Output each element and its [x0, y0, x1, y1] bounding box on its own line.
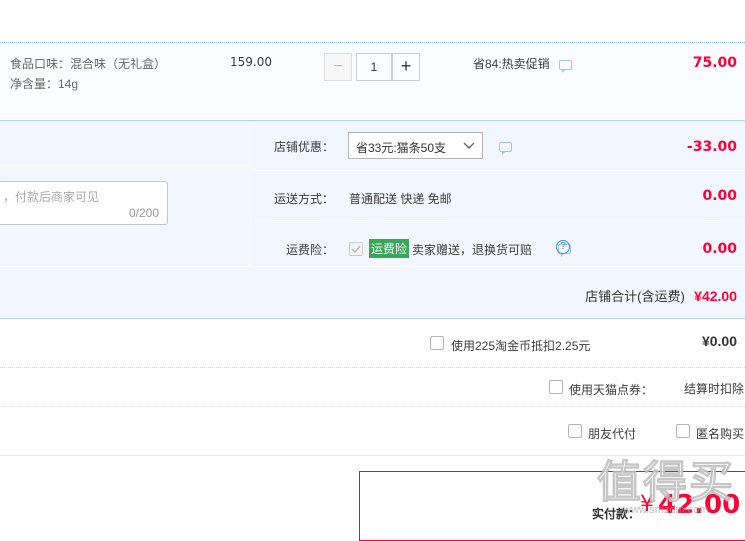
shop-total-label: 店铺合计(含运费): [585, 289, 685, 304]
insurance-tag: 运费险: [369, 239, 410, 258]
insurance-label: 运费险：: [286, 243, 335, 257]
coins-value: ¥0.00: [701, 333, 737, 349]
buyer-message-field[interactable]: ，付款后商家可见 0/200: [0, 181, 168, 225]
anonymous-label: 匿名购买: [696, 427, 745, 441]
payment-amount: 42.00: [658, 490, 741, 520]
payment-currency: ¥: [640, 492, 654, 517]
payment-label: 实付款：: [592, 507, 641, 521]
item-net-weight: 净含量：14g: [10, 77, 79, 91]
insurance-amount: 0.00: [702, 241, 737, 257]
item-promo: 省84:热卖促销: [473, 55, 573, 73]
shop-total-value: ¥42.00: [694, 288, 737, 304]
coins-label: 使用225淘金币抵扣2.25元: [451, 339, 591, 353]
quantity-stepper: − 1 +: [324, 53, 420, 81]
friend-pay-checkbox[interactable]: [568, 424, 582, 438]
chat-icon[interactable]: [499, 142, 512, 155]
help-icon[interactable]: ?: [556, 240, 570, 254]
quantity-plus-button[interactable]: +: [392, 53, 420, 81]
insurance-checkbox[interactable]: [349, 242, 363, 256]
extra-options: 朋友代付 匿名购买: [0, 407, 745, 456]
shipping-amount: 0.00: [702, 188, 737, 204]
discount-select-value: 省33元:猫条50支: [356, 141, 447, 155]
item-subtotal: 75.00: [692, 55, 737, 71]
shop-panel: ，付款后商家可见 0/200 店铺优惠： 省33元:猫条50支 -33.00 运…: [0, 120, 745, 319]
insurance-desc: 卖家赠送，退换货可赔: [412, 243, 533, 257]
shop-discount-select[interactable]: 省33元:猫条50支: [348, 132, 483, 159]
shipping-label: 运送方式：: [274, 192, 335, 206]
points-checkbox[interactable]: [549, 380, 563, 394]
chat-icon[interactable]: [559, 59, 573, 73]
quantity-input[interactable]: 1: [356, 53, 392, 81]
coins-checkbox[interactable]: [430, 336, 444, 350]
shipping-value: 普通配送 快递 免邮: [349, 192, 452, 206]
shop-total: 店铺合计(含运费) ¥42.00: [585, 286, 737, 305]
payment-summary-box: 实付款： ¥ 42.00: [359, 471, 745, 541]
check-icon: [351, 245, 361, 254]
message-placeholder: ，付款后商家可见: [3, 190, 100, 204]
item-unit-price: 159.00: [230, 55, 272, 69]
points-value: 结算时扣除: [684, 382, 745, 396]
panel-vertical-divider: [249, 121, 250, 266]
panel-row-divider-1: [250, 170, 745, 171]
promo-label: 省84:热卖促销: [473, 57, 550, 71]
chevron-down-icon: [463, 142, 475, 149]
points-label: 使用天猫点券：: [569, 383, 654, 397]
item-row: 食品口味：混合味（无礼盒） 净含量：14g 159.00 − 1 + 省84:热…: [0, 43, 745, 119]
panel-left-row-divider: [0, 166, 249, 167]
shop-discount-label: 店铺优惠：: [274, 140, 335, 154]
shop-discount-amount: -33.00: [686, 139, 737, 155]
panel-row-divider-2: [250, 220, 745, 221]
friend-pay-label: 朋友代付: [588, 427, 637, 441]
coins-option: 使用225淘金币抵扣2.25元 ¥0.00: [0, 320, 745, 368]
panel-row-divider-3: [0, 266, 745, 267]
points-option: 使用天猫点券： 结算时扣除: [0, 368, 745, 407]
item-flavor: 食品口味：混合味（无礼盒）: [10, 57, 167, 71]
message-counter: 0/200: [128, 206, 159, 220]
quantity-minus-button[interactable]: −: [324, 53, 352, 81]
anonymous-checkbox[interactable]: [676, 424, 690, 438]
